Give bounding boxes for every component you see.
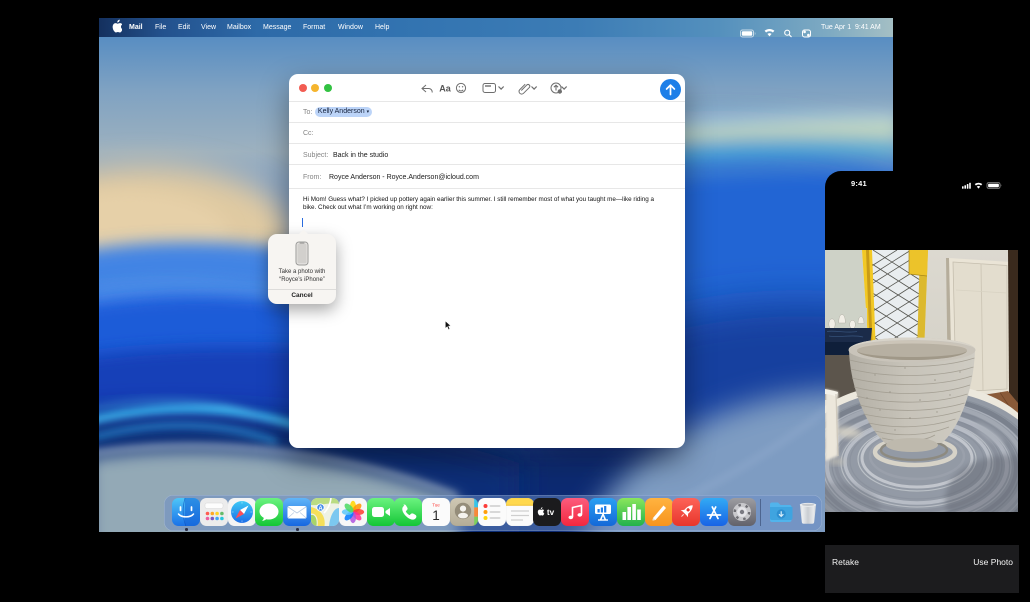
svg-text:Aa: Aa xyxy=(439,84,451,94)
svg-text:A: A xyxy=(318,506,323,512)
svg-text:tv: tv xyxy=(547,508,555,517)
svg-text:Tue: Tue xyxy=(432,503,440,508)
svg-text:1: 1 xyxy=(432,508,440,523)
